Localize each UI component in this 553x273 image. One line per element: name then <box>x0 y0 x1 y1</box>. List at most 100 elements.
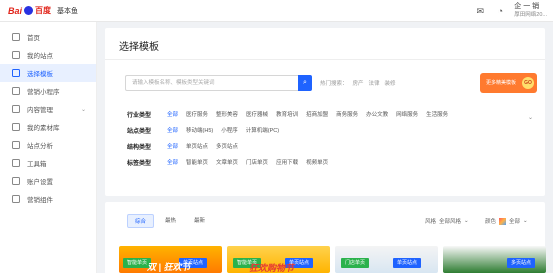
sidebar-item-marketing[interactable]: 营销组件 <box>0 190 96 208</box>
sidebar-item-mini-program[interactable]: 营销小程序 <box>0 82 96 100</box>
template-card[interactable]: 门店单页 单页站点 <box>335 246 438 273</box>
filter-option[interactable]: 商务服务 <box>336 110 358 118</box>
search-input[interactable]: 请输入模板名称、模板类型关键词 <box>125 75 309 91</box>
filter-option[interactable]: 门店单页 <box>246 158 268 166</box>
card-tag: 门店单页 <box>341 258 370 268</box>
filter-option[interactable]: 生活服务 <box>426 110 448 118</box>
logo-du-text: 百度 <box>35 6 52 15</box>
filter-option[interactable]: 全部 <box>167 142 178 150</box>
template-card[interactable]: 智能单页 单页站点 狂欢购物节 <box>227 246 330 273</box>
template-icon <box>12 69 20 77</box>
assets-icon <box>12 123 20 131</box>
sidebar-item-toolbox[interactable]: 工具箱 <box>0 154 96 172</box>
product-name: 基本鱼 <box>57 7 79 15</box>
filter-label: 结构类型 <box>127 144 152 151</box>
color-swatch-icon <box>499 217 507 225</box>
filter-option[interactable]: 计算机端(PC) <box>246 126 279 134</box>
sidebar: 首页 我的站点 选择模板 营销小程序 内容管理 ⌄ 我的素材库 站点分析 工具箱 … <box>0 22 97 273</box>
filter-option[interactable]: 视频单页 <box>306 158 328 166</box>
filter-tag: 标签类型 全部 智能单页 文章单页 门店单页 应用下载 视频单页 <box>127 156 328 168</box>
filter-structure: 结构类型 全部 单页站点 多页站点 <box>127 140 238 152</box>
divider <box>105 59 545 60</box>
color-label: 颜色 <box>485 219 497 225</box>
site-icon <box>12 51 20 59</box>
filter-option[interactable]: 移动端(H5) <box>186 126 213 134</box>
filter-option[interactable]: 全部 <box>167 158 178 166</box>
filter-option[interactable]: 智能单页 <box>186 158 208 166</box>
filter-option[interactable]: 小程序 <box>221 126 238 134</box>
style-select[interactable]: 风格 全部风格 ⌄ <box>425 217 469 225</box>
top-bar: Bai 百度 基本鱼 ✉ ◔ 企 一 销 厚田网络20... <box>0 0 553 22</box>
filter-option[interactable]: 医疗服务 <box>186 110 208 118</box>
user-name: 企 一 销 <box>514 3 540 10</box>
template-card[interactable]: 多页站点 <box>443 246 546 273</box>
card-tag: 单页站点 <box>393 258 422 268</box>
filter-option[interactable]: 医疗器械 <box>246 110 268 118</box>
filter-label: 标签类型 <box>127 160 152 167</box>
filter-site-type: 站点类型 全部 移动端(H5) 小程序 计算机端(PC) <box>127 124 279 136</box>
hot-keyword[interactable]: 装修 <box>385 79 396 87</box>
filter-option[interactable]: 招商加盟 <box>306 110 328 118</box>
sidebar-item-label: 账户设置 <box>27 179 53 186</box>
hot-keyword[interactable]: 房产 <box>353 79 364 87</box>
filter-option[interactable]: 网络服务 <box>396 110 418 118</box>
sidebar-item-home[interactable]: 首页 <box>0 28 96 46</box>
filter-option[interactable]: 应用下载 <box>276 158 298 166</box>
home-icon <box>12 33 20 41</box>
template-list-panel: 综合 最热 最新 风格 全部风格 ⌄ 颜色 全部 ⌄ 智能单页 单页站点 双 |… <box>105 202 546 273</box>
tab-newest[interactable]: 最新 <box>187 214 212 228</box>
card-tag: 多页站点 <box>507 258 536 268</box>
chevron-down-icon: ⌄ <box>523 218 528 224</box>
template-card[interactable]: 智能单页 单页站点 双 | 狂欢节 <box>119 246 222 273</box>
color-select[interactable]: 颜色 全部 ⌄ <box>485 217 528 225</box>
sidebar-item-analytics[interactable]: 站点分析 <box>0 136 96 154</box>
user-info[interactable]: 企 一 销 厚田网络20... <box>514 2 547 20</box>
sidebar-item-label: 站点分析 <box>27 143 53 150</box>
filter-option[interactable]: 整形美容 <box>216 110 238 118</box>
filter-label: 站点类型 <box>127 128 152 135</box>
more-templates-banner[interactable]: 更多精美模板 GO <box>480 73 537 93</box>
filter-option[interactable]: 办公文教 <box>366 110 388 118</box>
sidebar-item-label: 内容管理 <box>27 107 53 114</box>
hot-search: 热门搜索： 房产 法律 装修 <box>320 79 396 87</box>
card-headline: 双 | 狂欢节 <box>147 262 191 272</box>
style-value: 全部风格 <box>439 219 462 225</box>
marketing-icon <box>12 195 20 203</box>
sidebar-item-my-sites[interactable]: 我的站点 <box>0 46 96 64</box>
message-icon[interactable]: ✉ <box>474 5 486 17</box>
filter-option[interactable]: 单页站点 <box>186 142 208 150</box>
tab-hottest[interactable]: 最热 <box>158 214 183 228</box>
filter-option[interactable]: 全部 <box>167 126 178 134</box>
chevron-down-icon: ⌄ <box>80 106 86 113</box>
toolbox-icon <box>12 159 20 167</box>
sort-tabs: 综合 最热 最新 <box>127 214 212 228</box>
filter-option[interactable]: 全部 <box>167 110 178 118</box>
avatar[interactable]: ◔ <box>494 5 506 17</box>
promo-text: 更多精美模板 <box>486 80 517 86</box>
filter-industry: 行业类型 全部 医疗服务 整形美容 医疗器械 教育培训 招商加盟 商务服务 办公… <box>127 108 448 120</box>
card-headline: 狂欢购物节 <box>249 263 295 273</box>
sidebar-item-label: 我的素材库 <box>27 125 60 132</box>
filter-option[interactable]: 多页站点 <box>216 142 238 150</box>
filter-option[interactable]: 文章单页 <box>216 158 238 166</box>
color-value: 全部 <box>509 219 521 225</box>
chevron-down-icon[interactable]: ⌄ <box>528 114 533 121</box>
sidebar-item-label: 营销小程序 <box>27 89 60 96</box>
content-icon <box>12 105 20 113</box>
hot-keyword[interactable]: 法律 <box>369 79 380 87</box>
top-right-area: ✉ ◔ 企 一 销 厚田网络20... <box>474 2 547 20</box>
user-org: 厚田网络20... <box>514 12 547 18</box>
baidu-logo[interactable]: Bai 百度 基本鱼 <box>8 5 78 16</box>
sidebar-item-assets[interactable]: 我的素材库 <box>0 118 96 136</box>
sidebar-item-content[interactable]: 内容管理 ⌄ <box>0 100 96 118</box>
tab-comprehensive[interactable]: 综合 <box>127 214 155 228</box>
style-label: 风格 <box>425 219 437 225</box>
account-icon <box>12 177 20 185</box>
sidebar-item-account[interactable]: 账户设置 <box>0 172 96 190</box>
main-content: 选择模板 请输入模板名称、模板类型关键词 ⌕ 热门搜索： 房产 法律 装修 更多… <box>97 22 553 273</box>
filter-panel: 选择模板 请输入模板名称、模板类型关键词 ⌕ 热门搜索： 房产 法律 装修 更多… <box>105 28 545 196</box>
filter-option[interactable]: 教育培训 <box>276 110 298 118</box>
sidebar-item-templates[interactable]: 选择模板 <box>0 64 96 82</box>
chevron-down-icon: ⌄ <box>464 218 469 224</box>
search-button[interactable]: ⌕ <box>298 75 312 91</box>
